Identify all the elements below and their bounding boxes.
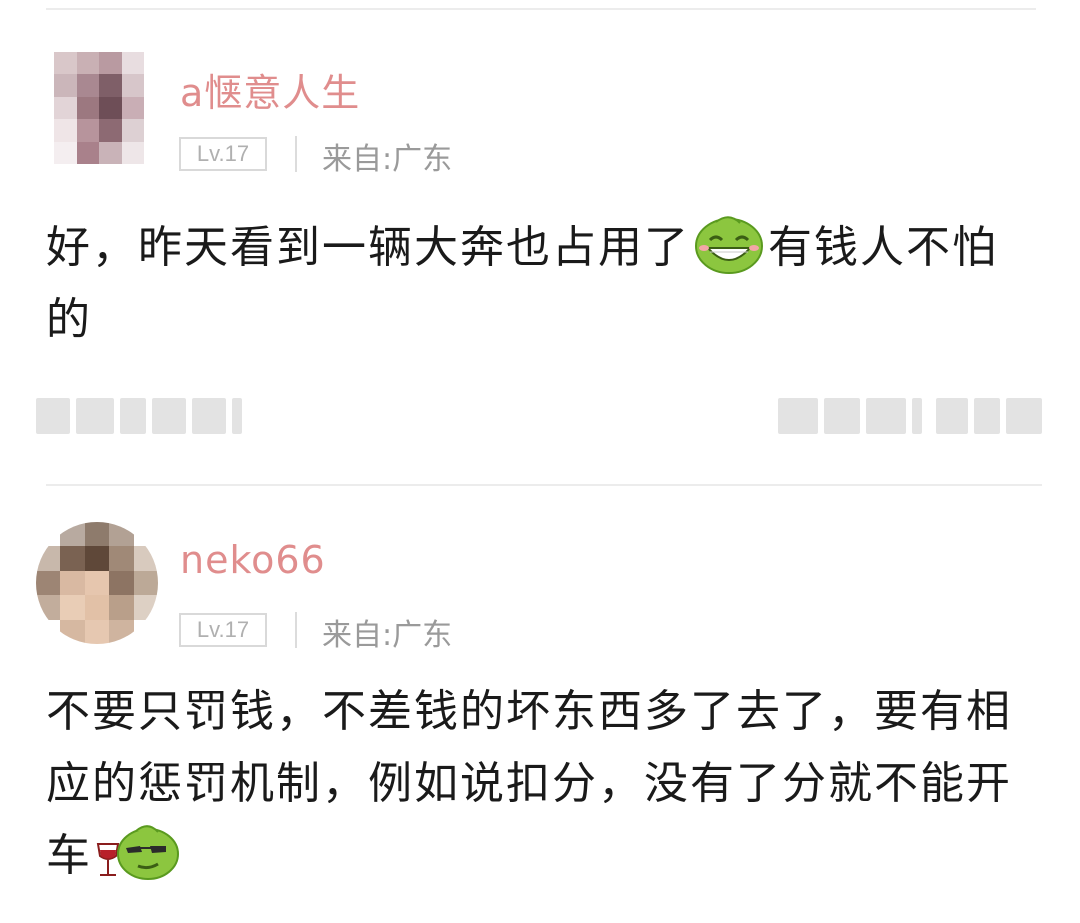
comment-text-part: 不要只罚钱，不差钱的坏东西多了去了，要有相应的惩罚机制，例如说扣分，没有了分就不… bbox=[46, 686, 1012, 881]
meta-separator bbox=[295, 612, 297, 648]
location-label: 来自:广东 bbox=[322, 142, 453, 177]
level-badge: Lv.17 bbox=[179, 613, 267, 647]
user-avatar[interactable] bbox=[36, 522, 158, 644]
comment-item: a惬意人生 Lv.17 来自:广东 好，昨天看到一辆大奔也占用了 有钱人不怕的 bbox=[0, 0, 1080, 480]
user-avatar[interactable] bbox=[54, 52, 144, 164]
grin-emoji-icon bbox=[694, 214, 764, 274]
comment-item: neko66 Lv.17 来自:广东 不要只罚钱，不差钱的坏东西多了去了，要有相… bbox=[0, 486, 1080, 923]
comment-text-part: 好，昨天看到一辆大奔也占用了 bbox=[46, 222, 690, 273]
level-badge: Lv.17 bbox=[179, 137, 267, 171]
timestamp-placeholder bbox=[36, 398, 242, 434]
meta-separator bbox=[295, 136, 297, 172]
username[interactable]: neko66 bbox=[180, 538, 326, 582]
location-label: 来自:广东 bbox=[322, 618, 453, 653]
username[interactable]: a惬意人生 bbox=[180, 62, 360, 117]
reply-button-placeholder[interactable] bbox=[778, 398, 922, 434]
comment-text: 好，昨天看到一辆大奔也占用了 有钱人不怕的 bbox=[46, 212, 1026, 356]
wine-cool-emoji-icon bbox=[96, 822, 180, 882]
comment-text: 不要只罚钱，不差钱的坏东西多了去了，要有相应的惩罚机制，例如说扣分，没有了分就不… bbox=[46, 676, 1026, 892]
like-button-placeholder[interactable] bbox=[936, 398, 1042, 434]
